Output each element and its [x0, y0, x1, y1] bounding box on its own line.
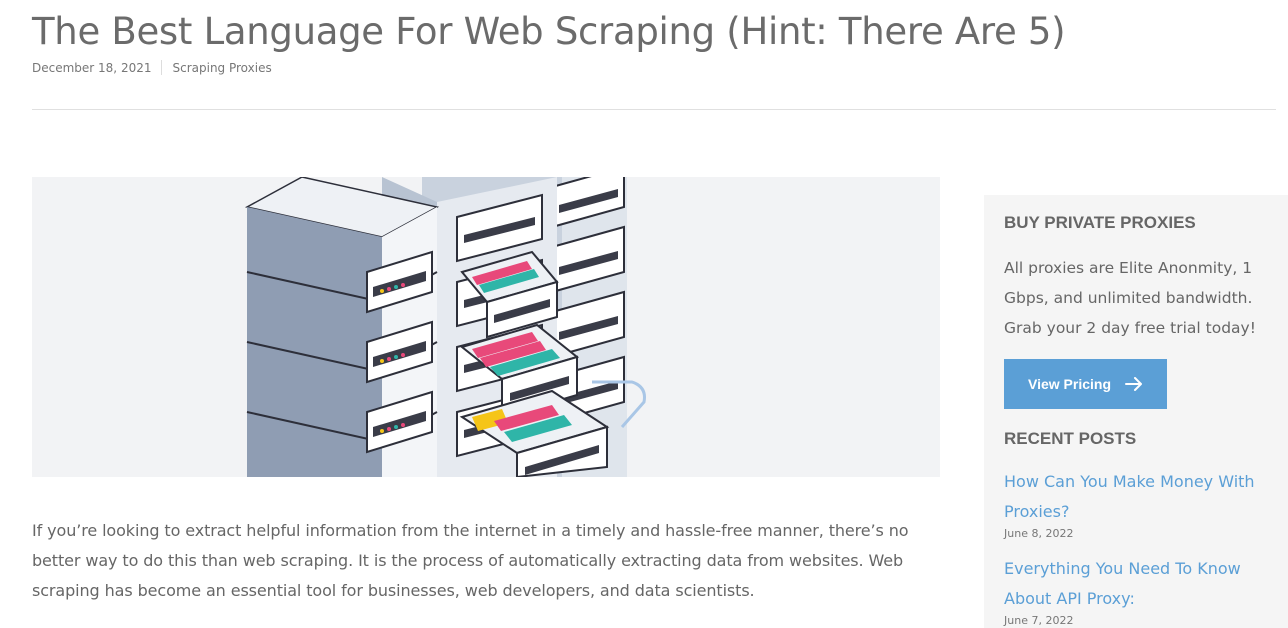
recent-post-link[interactable]: Everything You Need To Know About API Pr… [1004, 554, 1274, 614]
recent-post-date: June 8, 2022 [1004, 527, 1074, 540]
view-pricing-button[interactable]: View Pricing [1004, 359, 1167, 409]
post-meta: December 18, 2021 Scraping Proxies [32, 60, 272, 75]
recent-post-item: Everything You Need To Know About API Pr… [1004, 554, 1274, 627]
server-rack-illustration [244, 177, 646, 477]
featured-image [32, 177, 940, 477]
post-title: The Best Language For Web Scraping (Hint… [32, 10, 1066, 53]
sidebar-heading: BUY PRIVATE PROXIES [1004, 213, 1196, 232]
view-pricing-label: View Pricing [1028, 376, 1111, 392]
post-date: December 18, 2021 [32, 60, 152, 75]
recent-post-item: How Can You Make Money With Proxies? Jun… [1004, 467, 1274, 540]
sidebar-description: All proxies are Elite Anonmity, 1 Gbps, … [1004, 259, 1256, 337]
recent-post-link[interactable]: How Can You Make Money With Proxies? [1004, 467, 1274, 527]
post-category-link[interactable]: Scraping Proxies [172, 61, 271, 75]
header-divider [32, 109, 1276, 110]
sidebar: BUY PRIVATE PROXIES All proxies are Elit… [984, 195, 1288, 628]
recent-posts-heading: RECENT POSTS [1004, 429, 1137, 448]
post-intro: If you’re looking to extract helpful inf… [32, 521, 909, 600]
meta-divider [161, 60, 163, 75]
recent-post-date: June 7, 2022 [1004, 614, 1074, 627]
arrow-right-icon [1125, 377, 1142, 391]
